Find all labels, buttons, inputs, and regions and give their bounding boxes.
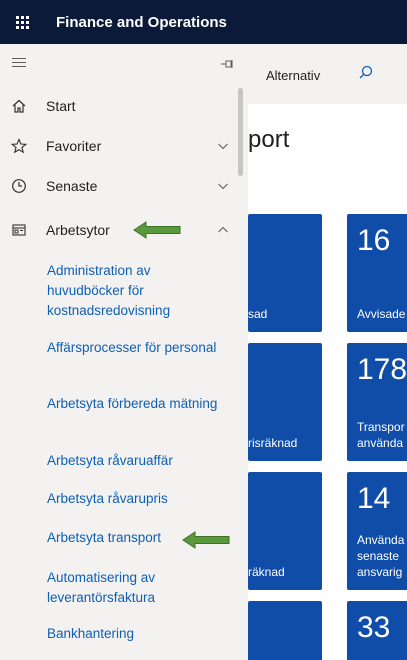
home-icon (12, 99, 26, 113)
nav-item-favorites[interactable]: Favoriter (0, 128, 240, 164)
tile-count: 14 (357, 482, 391, 515)
workspace-link[interactable]: Arbetsyta råvaruaffär (47, 451, 227, 471)
workspace-link[interactable]: Bankhantering (47, 624, 227, 644)
navigation-pane: Start Favoriter Senaste Arbetsytor Admin… (0, 44, 248, 660)
workspace-link[interactable]: Arbetsyta förbereda mätning (47, 394, 227, 414)
tile-label: risräknad (248, 436, 298, 450)
chevron-down-icon[interactable] (217, 180, 229, 192)
tile-counted-partial[interactable]: räknad (248, 472, 322, 590)
tile-label: sad (248, 307, 268, 321)
nav-item-label: Senaste (46, 178, 98, 194)
app-launcher-icon[interactable] (0, 0, 44, 44)
tile-rated-partial[interactable]: risräknad (248, 343, 322, 461)
nav-item-label: Start (46, 98, 76, 114)
workspace-link[interactable]: Arbetsyta råvarupris (47, 489, 227, 509)
tile-label: Använda senaste ansvarig (357, 533, 405, 579)
action-bar: Alternativ (248, 44, 407, 104)
nav-item-start[interactable]: Start (0, 88, 240, 124)
tile-33[interactable]: 33 (347, 601, 407, 660)
star-icon (10, 138, 28, 154)
workspace-link[interactable]: Administration av huvudböcker för kostna… (47, 261, 227, 321)
tile-rejected-partial[interactable]: sad (248, 214, 322, 332)
search-icon[interactable] (358, 64, 374, 80)
workspace-link[interactable]: Affärsprocesser för personal (47, 338, 227, 358)
tile-rejected[interactable]: 16 Avvisade (347, 214, 407, 332)
tile-label: räknad (248, 565, 285, 579)
page-title: port (248, 126, 290, 153)
nav-item-label: Favoriter (46, 138, 102, 154)
main-content: Alternativ port sad 16 Avvisade risräkna… (248, 44, 407, 660)
tile-users[interactable]: 14 Använda senaste ansvarig (347, 472, 407, 590)
chevron-up-icon[interactable] (217, 224, 229, 236)
tile-count: 16 (357, 224, 391, 257)
tile-transport[interactable]: 178 Transpor använda (347, 343, 407, 461)
tile-label: Avvisade (357, 307, 406, 321)
tile-label: Transpor använda (357, 420, 405, 450)
menu-icon[interactable] (12, 58, 26, 68)
annotation-arrow (182, 531, 230, 549)
clock-icon (12, 179, 26, 193)
tile-count: 178 (357, 353, 407, 386)
pin-icon[interactable] (220, 57, 234, 71)
workspace-icon (12, 224, 26, 236)
options-tab[interactable]: Alternativ (266, 68, 320, 83)
nav-scrollbar[interactable] (238, 88, 243, 176)
top-bar: Finance and Operations (0, 0, 407, 44)
tile-partial[interactable] (248, 601, 322, 660)
annotation-arrow (133, 221, 181, 239)
tile-count: 33 (357, 611, 391, 644)
nav-item-label: Arbetsytor (46, 222, 110, 238)
workspace-link[interactable]: Automatisering av leverantörsfaktura (47, 568, 227, 608)
nav-header (0, 44, 248, 80)
nav-item-recent[interactable]: Senaste (0, 168, 240, 204)
chevron-down-icon[interactable] (217, 140, 229, 152)
app-title[interactable]: Finance and Operations (56, 14, 227, 31)
nav-item-workspaces[interactable]: Arbetsytor (0, 212, 240, 248)
